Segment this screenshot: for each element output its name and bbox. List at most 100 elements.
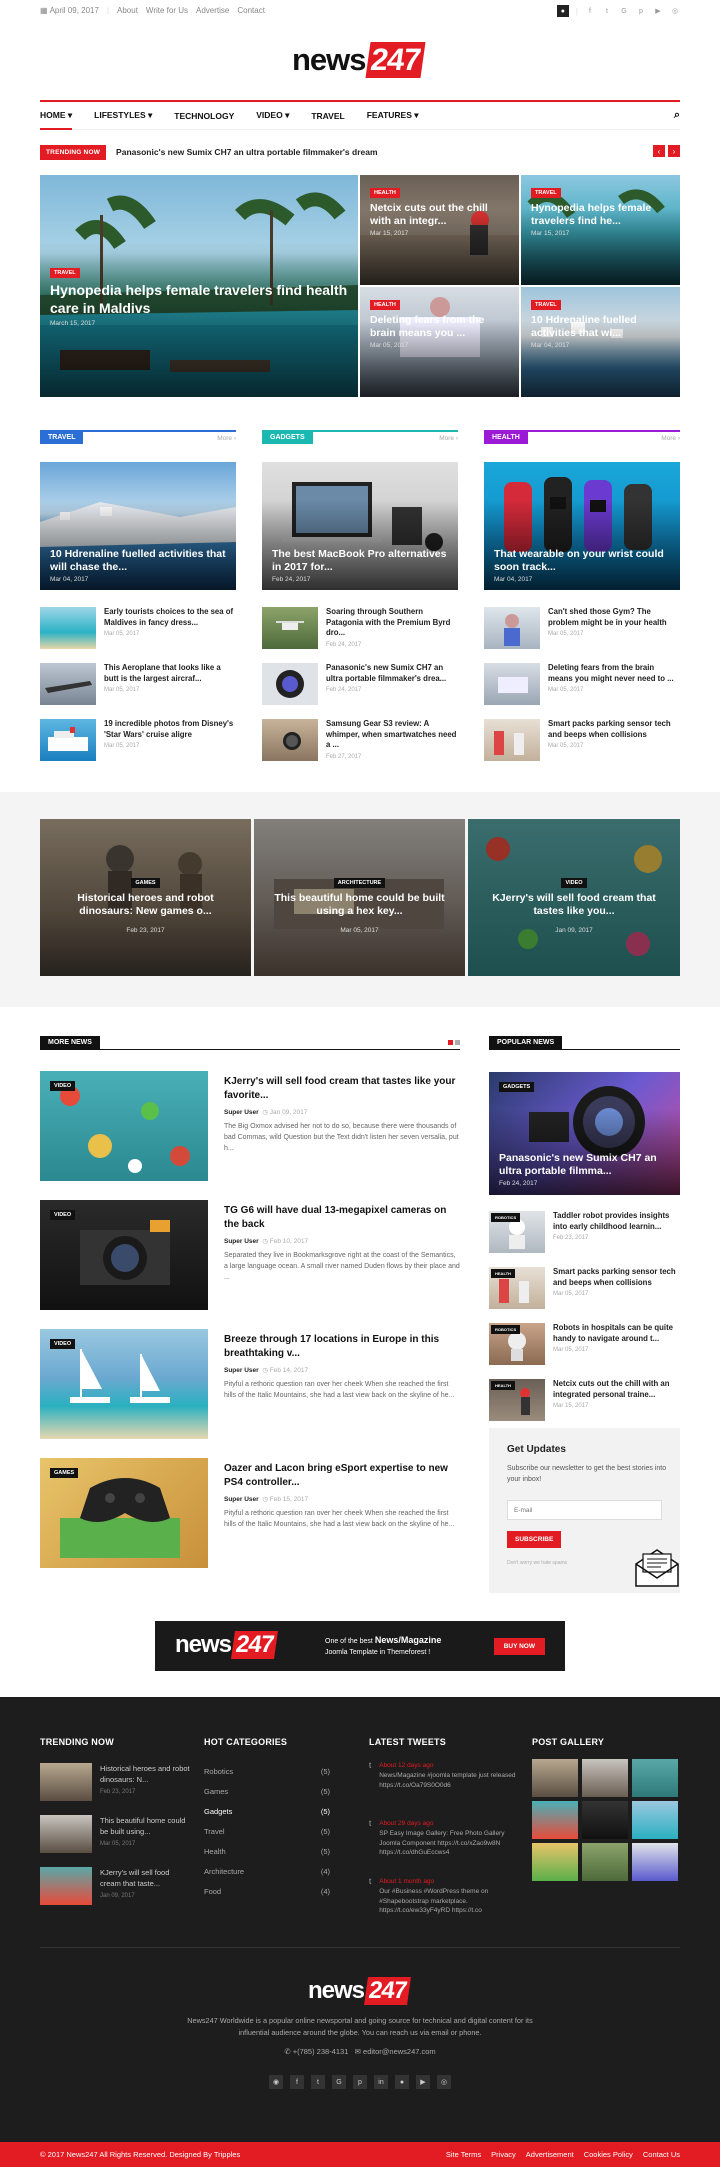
nav-video[interactable]: VIDEO ▾ <box>256 110 289 121</box>
footer-phone[interactable]: +(785) 238-4131 <box>293 2047 349 2056</box>
list-item[interactable]: 19 incredible photos from Disney's 'Star… <box>40 719 236 761</box>
nav-technology[interactable]: TECHNOLOGY <box>174 111 234 121</box>
hero-main-title[interactable]: Hynopedia helps female travelers find he… <box>50 282 348 317</box>
article-thumbnail[interactable]: GAMES <box>40 1458 208 1568</box>
list-item-title[interactable]: Smart packs parking sensor tech and beep… <box>553 1267 680 1288</box>
gallery-thumb[interactable] <box>582 1759 628 1797</box>
category-tag[interactable]: VIDEO <box>50 1339 76 1349</box>
list-item[interactable]: This Aeroplane that looks like a butt is… <box>40 663 236 705</box>
category-tag[interactable]: TRAVEL <box>531 300 561 310</box>
link-contact-us[interactable]: Contact Us <box>643 2150 680 2159</box>
footer-trend-title[interactable]: KJerry's will sell food cream that taste… <box>100 1867 190 1890</box>
hero-grid-title[interactable]: Netcix cuts out the chill with an integr… <box>370 202 509 227</box>
section-label[interactable]: GADGETS <box>262 430 313 444</box>
tweet-text[interactable]: News/Magazine #joomla template just rele… <box>379 1771 519 1791</box>
list-item[interactable]: ROBOTICS Taddler robot provides insights… <box>489 1211 680 1253</box>
twitter-icon[interactable]: t <box>602 6 612 16</box>
youtube-icon[interactable]: ▶ <box>653 6 663 16</box>
list-item-title[interactable]: Can't shed those Gym? The problem might … <box>548 607 680 628</box>
twitter-icon[interactable]: t <box>311 2075 325 2089</box>
category-tag[interactable]: ROBOTICS <box>491 1213 521 1222</box>
more-link[interactable]: More › <box>661 435 680 442</box>
link-site-terms[interactable]: Site Terms <box>446 2150 481 2159</box>
gallery-thumb[interactable] <box>632 1843 678 1881</box>
section-lead-article[interactable]: That wearable on your wrist could soon t… <box>484 462 680 590</box>
section-lead-article[interactable]: The best MacBook Pro alternatives in 201… <box>262 462 458 590</box>
buy-now-button[interactable]: BUY NOW <box>493 1638 545 1655</box>
footer-logo[interactable]: news 247 <box>308 1977 412 2005</box>
tweet[interactable]: t About 12 days ago News/Magazine #joomla… <box>369 1761 519 1790</box>
popular-lead-title[interactable]: Panasonic's new Sumix CH7 an ultra porta… <box>499 1152 670 1177</box>
pagination-dots[interactable] <box>448 1040 460 1045</box>
list-item-title[interactable]: Smart packs parking sensor tech and beep… <box>548 719 680 740</box>
category-tag[interactable]: VIDEO <box>561 878 587 888</box>
section-lead-title[interactable]: 10 Hdrenaline fuelled activities that wi… <box>50 548 226 573</box>
link-advertise[interactable]: Advertise <box>196 6 229 15</box>
pinterest-icon[interactable]: p <box>353 2075 367 2089</box>
list-item[interactable]: Samsung Gear S3 review: A whimper, when … <box>262 719 458 761</box>
nav-lifestyles[interactable]: LIFESTYLES ▾ <box>94 110 152 121</box>
author[interactable]: Super User <box>224 1496 259 1503</box>
tweet[interactable]: t About 1 month ago Our #Business #WordPr… <box>369 1877 519 1916</box>
article-thumbnail[interactable] <box>484 607 540 649</box>
article-thumbnail[interactable] <box>40 1763 92 1801</box>
news-item[interactable]: VIDEO KJerry's will sell food cream that… <box>40 1071 460 1181</box>
rss-icon[interactable]: ◉ <box>269 2075 283 2089</box>
more-link[interactable]: More › <box>217 435 236 442</box>
category-tag[interactable]: TRAVEL <box>50 268 80 278</box>
gallery-thumb[interactable] <box>532 1759 578 1797</box>
gallery-thumb[interactable] <box>582 1843 628 1881</box>
category-tag[interactable]: GAMES <box>131 878 160 888</box>
news-title[interactable]: Breeze through 17 locations in Europe in… <box>224 1333 460 1360</box>
list-item[interactable]: HEALTH Netcix cuts out the chill with an… <box>489 1379 680 1421</box>
section-lead-article[interactable]: 10 Hdrenaline fuelled activities that wi… <box>40 462 236 590</box>
category-item[interactable]: Food (4) <box>204 1881 330 1901</box>
list-item-title[interactable]: Samsung Gear S3 review: A whimper, when … <box>326 719 458 751</box>
author[interactable]: Super User <box>224 1109 259 1116</box>
article-thumbnail[interactable] <box>40 663 96 705</box>
footer-trend-item[interactable]: KJerry's will sell food cream that taste… <box>40 1867 190 1905</box>
link-cookies[interactable]: Cookies Policy <box>584 2150 633 2159</box>
article-thumbnail[interactable] <box>40 607 96 649</box>
list-item-title[interactable]: Robots in hospitals can be quite handy t… <box>553 1323 680 1344</box>
list-item[interactable]: Soaring through Southern Patagonia with … <box>262 607 458 649</box>
category-tag[interactable]: HEALTH <box>370 300 400 310</box>
facebook-icon[interactable]: f <box>585 6 595 16</box>
category-tag[interactable]: VIDEO <box>50 1081 76 1091</box>
list-item[interactable]: Deleting fears from the brain means you … <box>484 663 680 705</box>
article-thumbnail[interactable]: ROBOTICS <box>489 1211 545 1253</box>
featured-article-3[interactable]: VIDEO KJerry's will sell food cream that… <box>468 819 680 976</box>
list-item-title[interactable]: Netcix cuts out the chill with an integr… <box>553 1379 680 1400</box>
news-title[interactable]: KJerry's will sell food cream that taste… <box>224 1075 460 1102</box>
article-thumbnail[interactable] <box>40 719 96 761</box>
hero-grid-article-4[interactable]: TRAVEL 10 Hdrenaline fuelled activities … <box>521 287 680 397</box>
article-thumbnail[interactable] <box>262 607 318 649</box>
list-item-title[interactable]: Soaring through Southern Patagonia with … <box>326 607 458 639</box>
list-item[interactable]: Can't shed those Gym? The problem might … <box>484 607 680 649</box>
category-item[interactable]: Architecture (4) <box>204 1861 330 1881</box>
nav-travel[interactable]: TRAVEL <box>311 111 344 121</box>
gallery-thumb[interactable] <box>632 1801 678 1839</box>
category-item[interactable]: Health (5) <box>204 1841 330 1861</box>
pinterest-icon[interactable]: p <box>636 6 646 16</box>
hero-grid-article-1[interactable]: HEALTH Netcix cuts out the chill with an… <box>360 175 519 285</box>
linkedin-icon[interactable]: in <box>374 2075 388 2089</box>
category-item[interactable]: Robotics (5) <box>204 1761 330 1781</box>
link-privacy[interactable]: Privacy <box>491 2150 516 2159</box>
hero-main-article[interactable]: TRAVEL Hynopedia helps female travelers … <box>40 175 358 397</box>
article-thumbnail[interactable]: HEALTH <box>489 1379 545 1421</box>
category-item[interactable]: Games (5) <box>204 1781 330 1801</box>
featured-title[interactable]: KJerry's will sell food cream that taste… <box>478 892 670 917</box>
tweet[interactable]: t About 29 days ago SP Easy Image Gallery… <box>369 1819 519 1858</box>
next-arrow-icon[interactable]: › <box>668 145 680 157</box>
news-item[interactable]: VIDEO TG G6 will have dual 13-megapixel … <box>40 1200 460 1310</box>
list-item-title[interactable]: 19 incredible photos from Disney's 'Star… <box>104 719 236 740</box>
category-tag[interactable]: HEALTH <box>491 1269 515 1278</box>
section-label[interactable]: TRAVEL <box>40 430 84 444</box>
footer-trend-title[interactable]: This beautiful home could be built using… <box>100 1815 190 1838</box>
link-about[interactable]: About <box>117 6 138 15</box>
hero-grid-title[interactable]: Hynopedia helps female travelers find he… <box>531 202 670 227</box>
hero-grid-article-3[interactable]: HEALTH Deleting fears from the brain mea… <box>360 287 519 397</box>
prev-arrow-icon[interactable]: ‹ <box>653 145 665 157</box>
search-icon[interactable]: ⌕ <box>674 109 680 122</box>
